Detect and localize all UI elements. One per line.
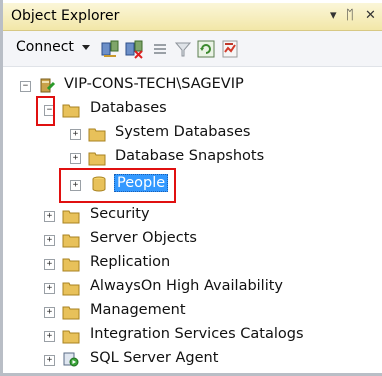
- folder-icon: [62, 210, 80, 224]
- filter-icon[interactable]: [173, 39, 193, 59]
- connect-button[interactable]: Connect: [16, 39, 74, 55]
- management-label: Management: [90, 302, 186, 318]
- expand-sql-server-agent-icon[interactable]: +: [44, 355, 55, 366]
- databases-label: Databases: [90, 100, 167, 116]
- close-icon[interactable]: ✕: [365, 8, 376, 23]
- activity-monitor-icon[interactable]: [220, 39, 240, 59]
- expand-server-objects-icon[interactable]: +: [44, 235, 55, 246]
- folder-icon: [62, 306, 80, 320]
- folder-icon: [62, 104, 80, 118]
- expand-alwayson-icon[interactable]: +: [44, 283, 55, 294]
- object-explorer-toolbar: Connect: [3, 31, 382, 67]
- expand-management-icon[interactable]: +: [44, 307, 55, 318]
- dropdown-arrow-icon[interactable]: ▾: [330, 8, 337, 23]
- refresh-icon[interactable]: [196, 39, 216, 59]
- pin-icon[interactable]: ᛖ: [346, 8, 354, 23]
- alwayson-label: AlwaysOn High Availability: [90, 278, 284, 294]
- integration-services-label: Integration Services Catalogs: [90, 326, 304, 342]
- sql-agent-icon: [63, 352, 79, 367]
- object-explorer-titlebar: Object Explorer ▾ ᛖ ✕: [3, 3, 382, 31]
- expand-database-snapshots-icon[interactable]: +: [70, 153, 81, 164]
- security-label: Security: [90, 206, 150, 222]
- system-databases-label: System Databases: [115, 124, 251, 140]
- expand-integration-services-icon[interactable]: +: [44, 331, 55, 342]
- database-snapshots-label: Database Snapshots: [115, 148, 265, 164]
- folder-icon: [62, 330, 80, 344]
- server-objects-label: Server Objects: [90, 230, 197, 246]
- highlight-box-people: [59, 168, 176, 203]
- stop-icon[interactable]: [150, 39, 170, 59]
- folder-icon: [62, 234, 80, 248]
- disconnect-icon[interactable]: [124, 39, 144, 59]
- object-explorer-tree: − VIP-CONS-TECH\SAGEVIP − Databases + Sy…: [3, 67, 382, 373]
- connect-dropdown-icon[interactable]: [81, 44, 91, 52]
- server-label: VIP-CONS-TECH\SAGEVIP: [64, 76, 244, 92]
- expand-security-icon[interactable]: +: [44, 211, 55, 222]
- collapse-server-icon[interactable]: −: [20, 81, 31, 92]
- expand-system-databases-icon[interactable]: +: [70, 129, 81, 140]
- server-icon: [40, 78, 56, 93]
- folder-icon: [88, 128, 106, 142]
- connect-server-icon[interactable]: [100, 39, 120, 59]
- replication-label: Replication: [90, 254, 171, 270]
- folder-icon: [62, 282, 80, 296]
- highlight-box-collapse: [36, 96, 55, 126]
- folder-icon: [88, 152, 106, 166]
- sql-server-agent-label: SQL Server Agent: [90, 350, 219, 366]
- folder-icon: [62, 258, 80, 272]
- panel-title: Object Explorer: [11, 8, 120, 24]
- expand-replication-icon[interactable]: +: [44, 259, 55, 270]
